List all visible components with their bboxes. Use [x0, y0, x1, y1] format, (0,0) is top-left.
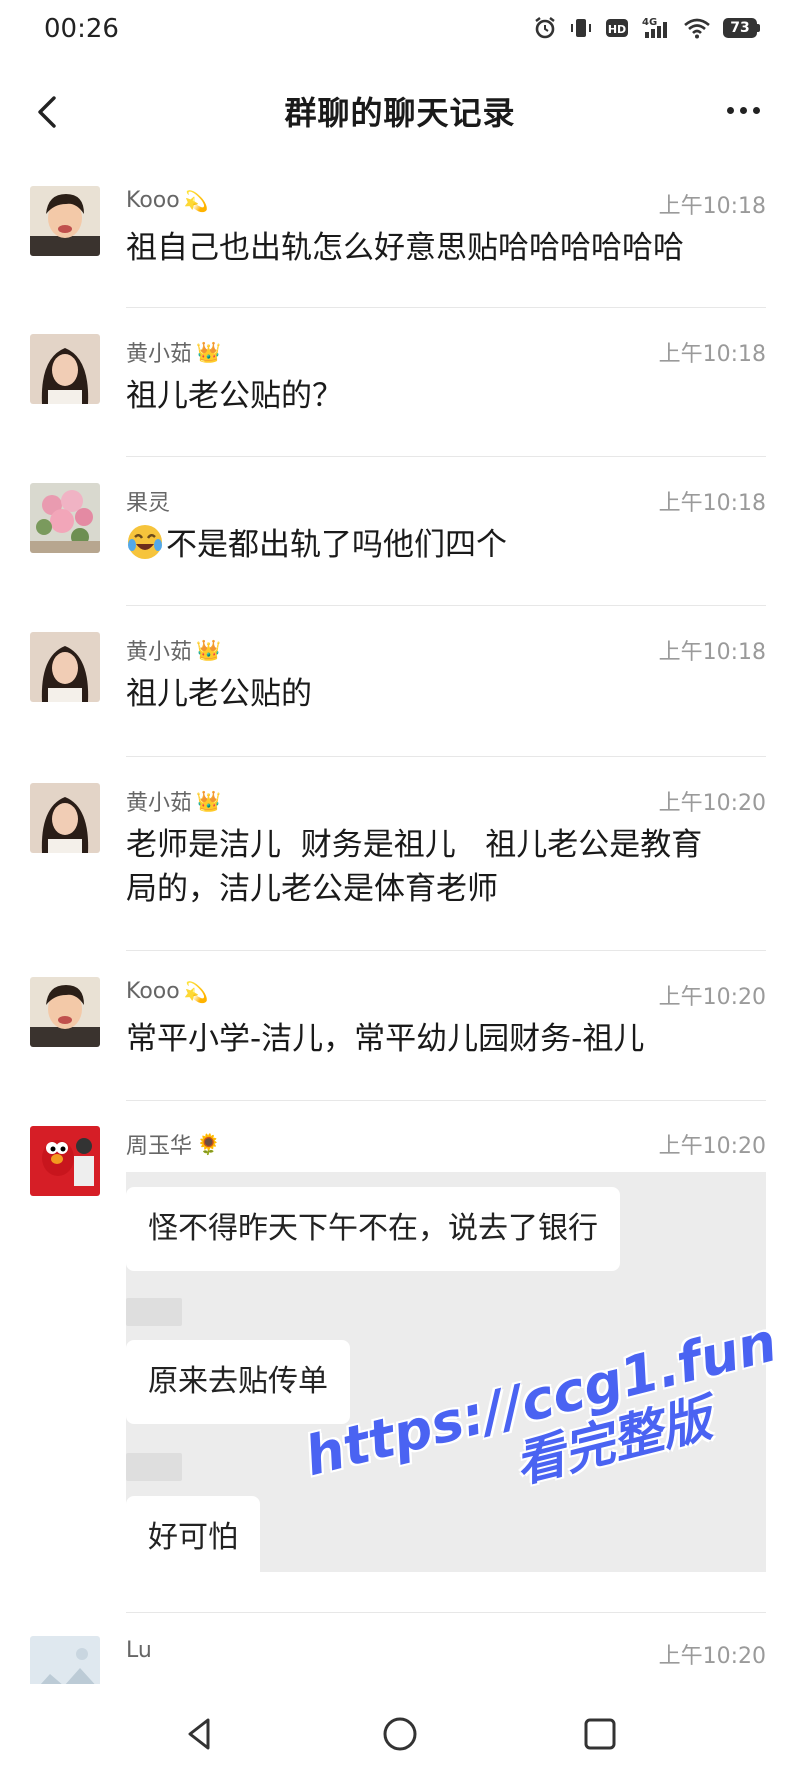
- message-text: 不是都出轨了吗他们四个: [126, 523, 766, 573]
- battery-level: 73: [723, 18, 757, 38]
- message-text: 祖自己也出轨怎么好意思贴哈哈哈哈哈哈: [126, 230, 684, 266]
- alarm-icon: [535, 17, 555, 39]
- avatar[interactable]: [30, 334, 100, 404]
- sender-name: 黄小茹 👑: [126, 340, 221, 367]
- hd-icon: HD: [606, 19, 628, 37]
- badge-icon: 💫: [183, 979, 209, 1004]
- message-text: 常平小学-洁儿，常平幼儿园财务-祖儿: [126, 1021, 645, 1057]
- svg-text:HD: HD: [608, 23, 626, 36]
- message-time: 上午10:20: [658, 791, 766, 816]
- crown-icon: 👑: [196, 789, 221, 813]
- avatar[interactable]: [30, 977, 100, 1047]
- avatar[interactable]: [30, 1126, 100, 1196]
- svg-text:4G: 4G: [642, 17, 657, 28]
- divider: [126, 1100, 766, 1101]
- avatar[interactable]: [30, 783, 100, 853]
- chat-bubble: 原来去贴传单: [126, 1340, 350, 1424]
- divider: [126, 1612, 766, 1613]
- chat-header: 群聊的聊天记录: [0, 66, 800, 158]
- wifi-icon: [684, 18, 710, 39]
- avatar[interactable]: [30, 632, 100, 702]
- message-text-line: 老师是洁儿 财务是祖儿 祖儿老公是教育: [126, 827, 703, 863]
- nav-home-button[interactable]: [378, 1712, 422, 1756]
- divider: [126, 605, 766, 606]
- divider: [126, 756, 766, 757]
- divider: [126, 950, 766, 951]
- vibrate-icon: [571, 19, 591, 37]
- message-text: 祖儿老公贴的？: [126, 378, 343, 414]
- avatar[interactable]: [30, 483, 100, 553]
- message-time: 上午10:18: [658, 194, 766, 219]
- page-title: 群聊的聊天记录: [284, 94, 516, 132]
- sender-name: 黄小茹 👑: [126, 638, 221, 665]
- crown-icon: 👑: [196, 638, 221, 662]
- chat-bubble: 怪不得昨天下午不在，说去了银行: [126, 1187, 620, 1271]
- system-nav-bar: [0, 1684, 800, 1784]
- nav-back-button[interactable]: [178, 1712, 222, 1756]
- sender-name: Kooo 💫: [126, 188, 209, 213]
- triangle-back-icon: [188, 1718, 210, 1750]
- square-recents-icon: [584, 1718, 616, 1750]
- message-time: 上午10:18: [658, 342, 766, 367]
- sender-name: Kooo 💫: [126, 979, 209, 1004]
- message-text: 老师是洁儿 财务是祖儿 祖儿老公是教育 局的，洁儿老公是体育老师: [126, 823, 766, 911]
- more-dots-icon: [726, 106, 734, 114]
- badge-icon: 💫: [183, 188, 209, 213]
- crying-laughing-icon: [126, 523, 164, 573]
- nav-recents-button[interactable]: [578, 1712, 622, 1756]
- more-button[interactable]: [716, 90, 770, 130]
- signal-4g-icon: 4G: [642, 17, 667, 38]
- sender-name: 黄小茹 👑: [126, 789, 221, 816]
- status-bar: 00:26 HD 4G 73: [0, 0, 800, 66]
- divider: [126, 456, 766, 457]
- message-time: 上午10:18: [658, 640, 766, 665]
- sender-name: 周玉华 🌻: [126, 1132, 221, 1159]
- message-time: 上午10:20: [658, 985, 766, 1010]
- message-text-body: 不是都出轨了吗他们四个: [166, 527, 507, 563]
- message-time: 上午10:20: [658, 1134, 766, 1159]
- circle-home-icon: [383, 1717, 417, 1751]
- message-text-line: 局的，洁儿老公是体育老师: [126, 871, 498, 907]
- battery-icon: 73: [723, 18, 760, 38]
- message-text: 祖儿老公贴的: [126, 676, 312, 712]
- sunflower-icon: 🌻: [196, 1132, 221, 1156]
- avatar[interactable]: [30, 186, 100, 256]
- redacted-name: [126, 1298, 182, 1326]
- status-time: 00:26: [44, 14, 119, 44]
- message-time: 上午10:20: [658, 1644, 766, 1669]
- redacted-name: [126, 1453, 182, 1481]
- status-icons: HD 4G 73: [533, 16, 760, 40]
- crown-icon: 👑: [196, 340, 221, 364]
- sender-name: 果灵: [126, 491, 171, 516]
- chat-bubble: 好可怕: [126, 1496, 260, 1572]
- message-time: 上午10:18: [658, 491, 766, 516]
- divider: [126, 307, 766, 308]
- sender-name: Lu: [126, 1638, 152, 1663]
